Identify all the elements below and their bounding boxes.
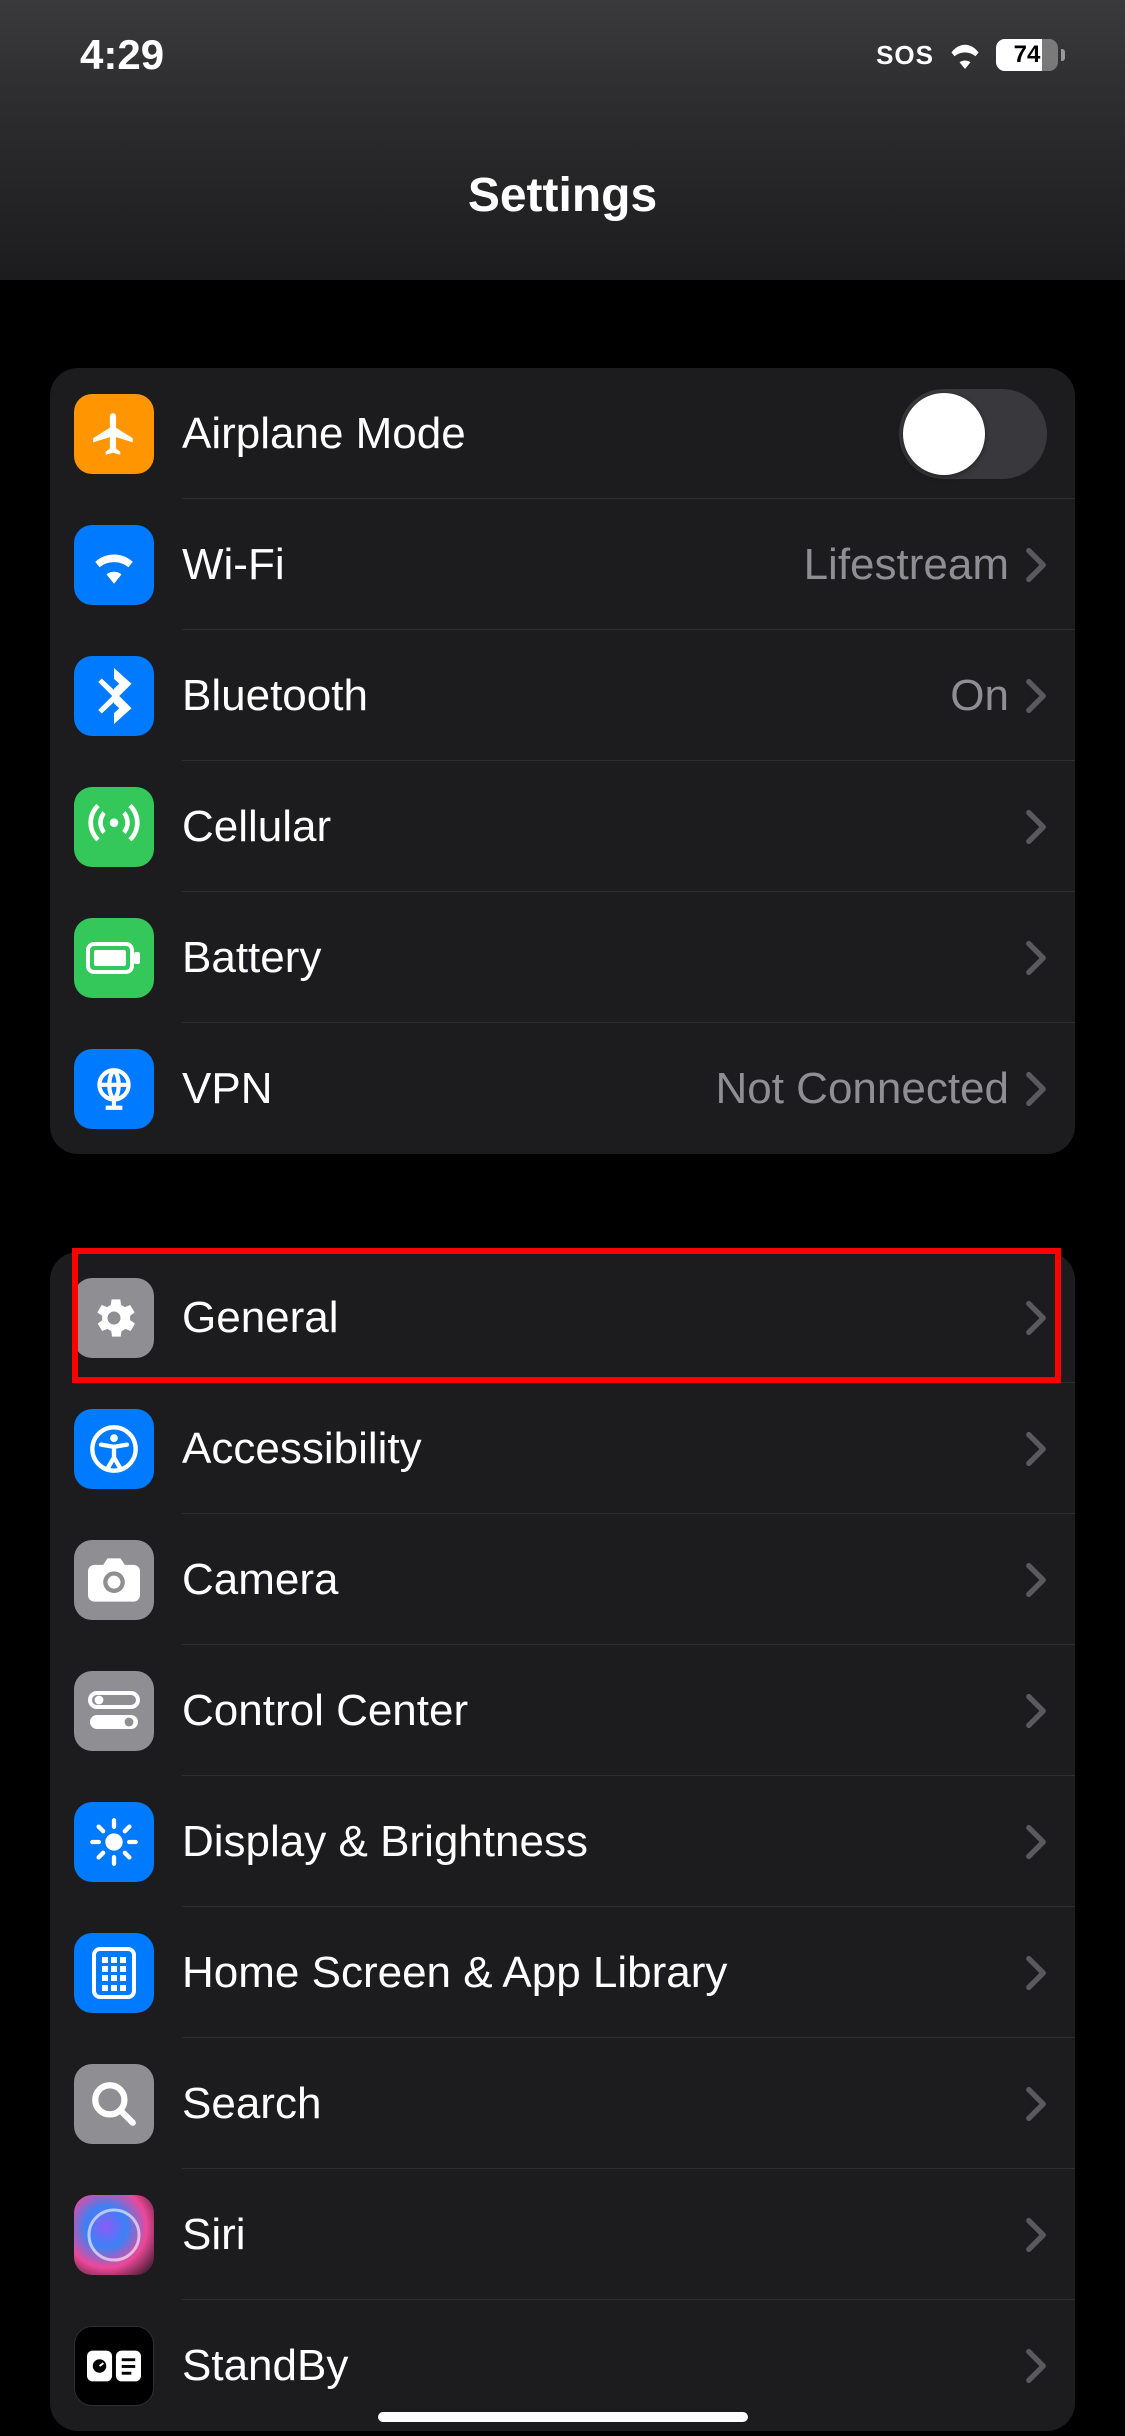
chevron-right-icon: [1025, 1693, 1047, 1729]
settings-row-general[interactable]: General: [50, 1252, 1075, 1383]
home-indicator[interactable]: [378, 2412, 748, 2422]
chevron-right-icon: [1025, 1562, 1047, 1598]
settings-row-search[interactable]: Search: [50, 2038, 1075, 2169]
battery-indicator: 74: [996, 39, 1065, 71]
row-label: Battery: [182, 933, 1025, 983]
chevron-right-icon: [1025, 547, 1047, 583]
wifi-icon: [74, 525, 154, 605]
settings-row-accessibility[interactable]: Accessibility: [50, 1383, 1075, 1514]
accessibility-icon: [74, 1409, 154, 1489]
sun-icon: [74, 1802, 154, 1882]
row-label: VPN: [182, 1064, 715, 1114]
antenna-icon: [74, 787, 154, 867]
row-value: Not Connected: [715, 1064, 1009, 1114]
row-label: Wi-Fi: [182, 540, 804, 590]
globe-icon: [74, 1049, 154, 1129]
chevron-right-icon: [1025, 1955, 1047, 1991]
apps-icon: [74, 1933, 154, 2013]
settings-list[interactable]: Airplane ModeWi-FiLifestreamBluetoothOnC…: [0, 280, 1125, 2431]
row-value: On: [950, 671, 1009, 721]
airplane-toggle[interactable]: [899, 389, 1047, 479]
chevron-right-icon: [1025, 2217, 1047, 2253]
settings-group-connectivity: Airplane ModeWi-FiLifestreamBluetoothOnC…: [50, 368, 1075, 1154]
row-label: Siri: [182, 2210, 1025, 2260]
row-label: Accessibility: [182, 1424, 1025, 1474]
settings-row-airplane[interactable]: Airplane Mode: [50, 368, 1075, 499]
settings-group-system: General Accessibility Camera Control Center…: [50, 1252, 1075, 2431]
chevron-right-icon: [1025, 1431, 1047, 1467]
search-icon: [74, 2064, 154, 2144]
battery-icon: [74, 918, 154, 998]
header: Settings: [0, 110, 1125, 280]
chevron-right-icon: [1025, 1071, 1047, 1107]
status-sos: SOS: [876, 40, 934, 71]
chevron-right-icon: [1025, 809, 1047, 845]
row-label: StandBy: [182, 2341, 1025, 2391]
airplane-icon: [74, 394, 154, 474]
settings-row-controlcenter[interactable]: Control Center: [50, 1645, 1075, 1776]
settings-row-cellular[interactable]: Cellular: [50, 761, 1075, 892]
standby-icon: [74, 2326, 154, 2406]
page-title: Settings: [468, 168, 657, 223]
wifi-icon: [946, 41, 984, 69]
chevron-right-icon: [1025, 1824, 1047, 1860]
row-label: Display & Brightness: [182, 1817, 1025, 1867]
settings-row-vpn[interactable]: VPNNot Connected: [50, 1023, 1075, 1154]
settings-row-camera[interactable]: Camera: [50, 1514, 1075, 1645]
siri-icon: [74, 2195, 154, 2275]
row-label: General: [182, 1293, 1025, 1343]
row-label: Control Center: [182, 1686, 1025, 1736]
settings-row-bluetooth[interactable]: BluetoothOn: [50, 630, 1075, 761]
switches-icon: [74, 1671, 154, 1751]
status-bar: 4:29 SOS 74: [0, 0, 1125, 110]
row-label: Search: [182, 2079, 1025, 2129]
gear-icon: [74, 1278, 154, 1358]
chevron-right-icon: [1025, 2348, 1047, 2384]
row-label: Home Screen & App Library: [182, 1948, 1025, 1998]
row-label: Airplane Mode: [182, 409, 899, 459]
chevron-right-icon: [1025, 678, 1047, 714]
settings-row-homescreen[interactable]: Home Screen & App Library: [50, 1907, 1075, 2038]
settings-row-display[interactable]: Display & Brightness: [50, 1776, 1075, 1907]
row-label: Cellular: [182, 802, 1025, 852]
chevron-right-icon: [1025, 2086, 1047, 2122]
settings-row-siri[interactable]: Siri: [50, 2169, 1075, 2300]
settings-row-wifi[interactable]: Wi-FiLifestream: [50, 499, 1075, 630]
chevron-right-icon: [1025, 1300, 1047, 1336]
camera-icon: [74, 1540, 154, 1620]
status-time: 4:29: [80, 31, 164, 79]
battery-level: 74: [996, 41, 1058, 69]
row-value: Lifestream: [804, 540, 1009, 590]
chevron-right-icon: [1025, 940, 1047, 976]
status-indicators: SOS 74: [876, 39, 1065, 71]
row-label: Camera: [182, 1555, 1025, 1605]
bluetooth-icon: [74, 656, 154, 736]
row-label: Bluetooth: [182, 671, 950, 721]
settings-row-battery[interactable]: Battery: [50, 892, 1075, 1023]
